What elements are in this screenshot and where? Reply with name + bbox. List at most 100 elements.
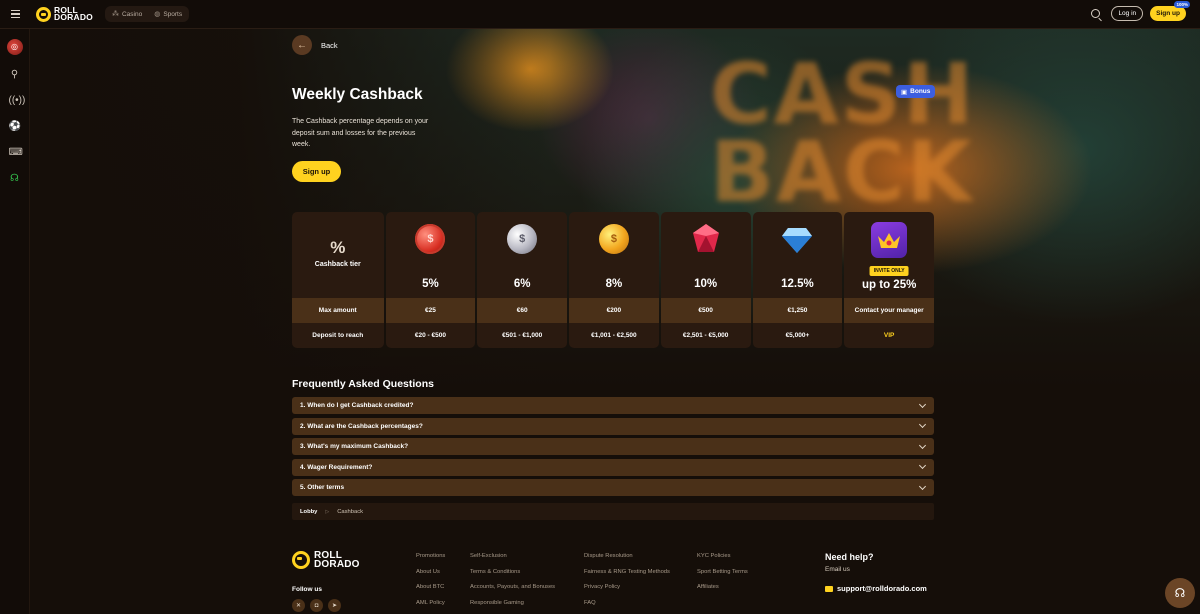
tier-max-amount: €25 [385, 298, 476, 323]
x-icon[interactable]: ✕ [292, 599, 305, 612]
footer-link[interactable]: Affiliates [697, 584, 748, 590]
ball-icon: ◍ [154, 11, 161, 18]
tier-max-amount: €500 [660, 298, 751, 323]
chevron-down-icon [918, 420, 927, 429]
soccer-ball-icon[interactable]: ⚽ [9, 121, 21, 133]
tier-label-column: % Cashback tier Max amount Deposit to re… [292, 212, 384, 348]
follow-us-label: Follow us [292, 586, 322, 593]
bike-icon[interactable]: ⚲ [9, 69, 21, 81]
signup-badge: 100% [1174, 1, 1190, 8]
nav-casino[interactable]: ⁂ Casino [107, 8, 147, 20]
gamepad-icon[interactable]: ⌨ [9, 147, 23, 159]
footer-link[interactable]: Self-Exclusion [470, 553, 555, 559]
social-links: ✕ ◘ ➤ [292, 599, 341, 612]
footer-logo-line2: DORADO [314, 559, 360, 570]
footer-link[interactable]: Dispute Resolution [584, 553, 670, 559]
cashback-tier-table: % Cashback tier Max amount Deposit to re… [292, 212, 935, 348]
percent-icon: % [330, 238, 346, 257]
back-link[interactable]: ← Back [292, 35, 338, 55]
headset-icon[interactable]: ☊ [9, 173, 21, 185]
faq-item[interactable]: 3. What's my maximum Cashback? [292, 438, 934, 455]
footer-link[interactable]: Promotions [416, 553, 445, 559]
footer-link[interactable]: Fairness & RNG Testing Methods [584, 569, 670, 575]
tier-column: $ 6% €60 €501 - €1,000 [477, 212, 568, 348]
hero-description: The Cashback percentage depends on your … [292, 118, 429, 148]
casino-roulette-icon[interactable]: ◎ [6, 39, 23, 55]
nav-sports-label: Sports [163, 10, 183, 18]
live-broadcast-icon[interactable]: ((•)) [9, 95, 26, 107]
logo-text-line2: DORADO [54, 12, 93, 22]
breadcrumb: Lobby ▷ Cashback [292, 503, 934, 520]
gold-coin-icon: $ [598, 224, 629, 254]
footer-link[interactable]: KYC Policies [697, 553, 748, 559]
tier-max-amount: €1,250 [752, 298, 843, 323]
tier-column: $ 8% €200 €1,001 - €2,500 [569, 212, 659, 348]
faq-item[interactable]: 5. Other terms [292, 479, 934, 496]
faq-question: 4. Wager Requirement? [300, 463, 373, 471]
footer-links-col2: Self-Exclusion Terms & Conditions Accoun… [470, 553, 555, 606]
telegram-icon[interactable]: ➤ [328, 599, 341, 612]
faq-title: Frequently Asked Questions [292, 378, 434, 390]
tier-deposit: €501 - €1,000 [477, 323, 568, 348]
deposit-to-reach-label: Deposit to reach [292, 323, 384, 348]
logo[interactable]: ROLL DORADO [36, 6, 93, 22]
tier-deposit: VIP [844, 323, 935, 348]
menu-icon[interactable] [0, 0, 30, 29]
tier-column-vip: INVITE ONLY up to 25% Contact your manag… [844, 212, 935, 348]
tier-max-amount: €60 [477, 298, 568, 323]
support-chat-button[interactable]: ☊ [1165, 578, 1195, 608]
instagram-icon[interactable]: ◘ [310, 599, 323, 612]
support-email-text: support@rolldorado.com [837, 584, 927, 593]
faq-question: 1. When do I get Cashback credited? [300, 402, 414, 409]
tier-column: 10% €500 €2,501 - €5,000 [660, 212, 751, 348]
support-email-link[interactable]: support@rolldorado.com [825, 584, 927, 593]
email-us-label: Email us [825, 566, 850, 573]
tier-percent: 10% [694, 278, 718, 290]
faq-item[interactable]: 4. Wager Requirement? [292, 458, 934, 476]
mail-icon [825, 585, 833, 592]
tier-column: 12.5% €1,250 €5,000+ [752, 212, 843, 348]
max-amount-label: Max amount [292, 298, 384, 323]
footer-logo[interactable]: ROLL DORADO [292, 551, 360, 570]
chevron-down-icon [918, 400, 927, 408]
need-help-title: Need help? [825, 552, 874, 562]
page-title: Weekly Cashback [292, 86, 423, 103]
back-label: Back [321, 40, 338, 50]
silver-coin-icon: $ [507, 224, 538, 254]
diamond-gem-icon [782, 228, 813, 253]
nav-casino-label: Casino [121, 10, 143, 18]
faq-question: 3. What's my maximum Cashback? [300, 443, 409, 450]
tier-deposit: €2,501 - €5,000 [660, 323, 751, 348]
footer-link[interactable]: AML Policy [416, 600, 445, 606]
logo-mark-icon [292, 551, 310, 569]
login-button[interactable]: Log in [1111, 6, 1144, 21]
footer-link[interactable]: About Us [416, 569, 445, 575]
footer-link[interactable]: About BTC [416, 584, 445, 590]
chevron-down-icon [918, 461, 927, 470]
faq-question: 5. Other terms [300, 484, 345, 491]
search-icon[interactable] [1091, 9, 1101, 18]
breadcrumb-lobby[interactable]: Lobby [300, 509, 317, 515]
footer-link[interactable]: Accounts, Payouts, and Bonuses [470, 584, 555, 590]
faq-question: 2. What are the Cashback percentages? [300, 422, 423, 430]
hero-artwork: CASH BACK [710, 45, 976, 221]
nav-sports[interactable]: ◍ Sports [149, 8, 187, 20]
signup-button[interactable]: Sign up 100% [1150, 1, 1190, 21]
footer-link[interactable]: FAQ [584, 600, 670, 606]
tier-deposit: €20 - €500 [385, 323, 476, 348]
footer-link[interactable]: Sport Betting Terms [697, 569, 748, 575]
tier-percent: 5% [422, 278, 439, 290]
faq-item[interactable]: 1. When do I get Cashback credited? [292, 397, 934, 414]
breadcrumb-separator-icon: ▷ [325, 508, 330, 515]
tier-percent: 6% [513, 278, 531, 290]
headset-icon: ☊ [1174, 586, 1186, 600]
hero-signup-button[interactable]: Sign up [292, 161, 341, 182]
footer-link[interactable]: Terms & Conditions [470, 569, 555, 575]
bonus-badge: ▣ Bonus [896, 85, 936, 98]
dice-icon: ⁂ [111, 11, 119, 18]
footer-link[interactable]: Responsible Gaming [470, 600, 555, 606]
chevron-down-icon [918, 482, 927, 490]
tier-max-amount: €200 [569, 298, 659, 323]
footer-link[interactable]: Privacy Policy [584, 584, 670, 590]
faq-item[interactable]: 2. What are the Cashback percentages? [292, 417, 934, 435]
